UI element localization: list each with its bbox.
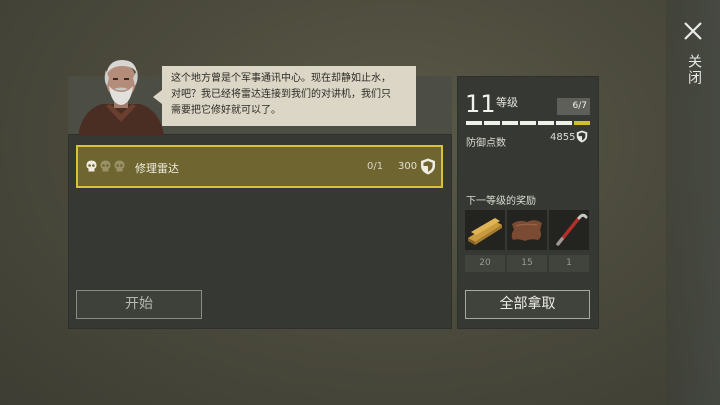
- close-strip[interactable]: 关闭: [666, 0, 720, 405]
- reward-item: 20: [465, 210, 505, 272]
- claim-all-button[interactable]: 全部拿取: [465, 290, 590, 319]
- task-progress: 0/1: [367, 161, 384, 172]
- level-label: 等级: [496, 96, 518, 109]
- progress-segment: [484, 121, 500, 125]
- defense-label: 防御点数: [466, 138, 506, 149]
- progress-segment: [466, 121, 482, 125]
- skull-icon: [86, 160, 97, 172]
- close-icon[interactable]: [682, 20, 704, 42]
- leather-icon: [507, 210, 547, 250]
- task-points: 300: [398, 161, 418, 172]
- dialog-line: 这个地方曾是个军事通讯中心。现在却静如止水，: [171, 73, 391, 84]
- progress-segment: [502, 121, 518, 125]
- wood-planks-icon: [465, 210, 505, 250]
- reward-count: 1: [549, 255, 589, 272]
- defense-value: 4855: [550, 132, 576, 143]
- progress-segment: [520, 121, 536, 125]
- dialog-line: 需要把它修好就可以了。: [171, 105, 281, 116]
- task-item-repair-radar[interactable]: 修理雷达 0/1 300: [76, 145, 443, 188]
- shield-icon: [421, 158, 435, 175]
- reward-item: 1: [549, 210, 589, 272]
- progress-segment: [538, 121, 554, 125]
- dialog-bubble: 这个地方曾是个军事通讯中心。现在却静如止水， 对吧？我已经将雷达连接到我们的对讲…: [153, 66, 416, 126]
- task-name: 修理雷达: [135, 162, 179, 175]
- level-number: 11: [465, 90, 496, 118]
- level-progress-badge: 6/7: [557, 98, 590, 115]
- crowbar-icon: [549, 210, 589, 250]
- start-button[interactable]: 开始: [76, 290, 202, 319]
- close-label[interactable]: 关闭: [684, 54, 702, 86]
- skull-icon-dim: [114, 160, 125, 172]
- skull-icon-dim: [100, 160, 111, 172]
- level-progress-bar: [466, 121, 590, 125]
- shield-icon: [576, 130, 588, 143]
- dialog-line: 对吧？我已经将雷达连接到我们的对讲机，我们只: [171, 89, 391, 100]
- next-rewards-label: 下一等级的奖励: [466, 196, 536, 207]
- reward-count: 20: [465, 255, 505, 272]
- progress-segment-current: [574, 121, 590, 125]
- progress-segment: [556, 121, 572, 125]
- reward-item: 15: [507, 210, 547, 272]
- difficulty-indicator: [86, 160, 125, 172]
- reward-count: 15: [507, 255, 547, 272]
